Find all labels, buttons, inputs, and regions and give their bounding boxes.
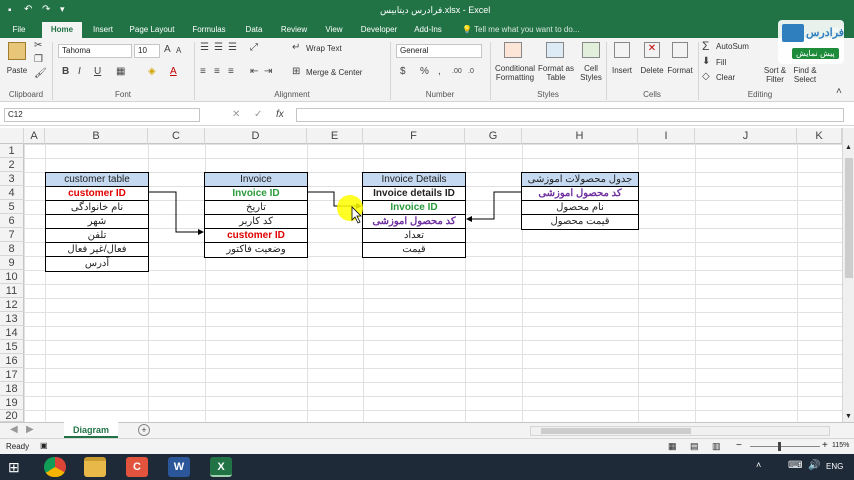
new-sheet-icon[interactable]: +: [138, 424, 150, 436]
status-bar: Ready ▣ ▦ ▤ ▥ − + 115%: [0, 438, 854, 454]
arrow-product-details: [466, 191, 521, 222]
chrome-icon[interactable]: [44, 457, 66, 477]
zoom-out-icon[interactable]: −: [736, 440, 742, 451]
zoom-level[interactable]: 115%: [832, 442, 849, 449]
h-scroll-thumb[interactable]: [541, 428, 691, 434]
vertical-scrollbar[interactable]: ▲ ▼: [842, 128, 854, 422]
scroll-down-icon[interactable]: ▼: [845, 413, 852, 420]
prev-sheet-icon[interactable]: ◀: [10, 424, 18, 436]
excel-icon[interactable]: X: [210, 457, 232, 477]
keyboard-icon[interactable]: ⌨: [788, 460, 802, 471]
scroll-thumb[interactable]: [845, 158, 853, 278]
next-sheet-icon[interactable]: ▶: [26, 424, 34, 436]
cursor-highlight: [337, 195, 363, 221]
zoom-slider-thumb[interactable]: [778, 442, 781, 451]
sheet-tabs-bar: ◀ ▶ Diagram +: [0, 422, 854, 438]
normal-view-icon[interactable]: ▦: [668, 441, 677, 452]
language-indicator[interactable]: ENG: [826, 462, 843, 471]
page-layout-view-icon[interactable]: ▤: [690, 441, 699, 452]
zoom-slider[interactable]: [750, 446, 820, 447]
relationship-arrows: [149, 191, 521, 235]
horizontal-scrollbar[interactable]: [530, 426, 830, 436]
word-icon[interactable]: W: [168, 457, 190, 477]
zoom-in-icon[interactable]: +: [822, 440, 828, 451]
camtasia-icon[interactable]: C: [126, 457, 148, 477]
windows-taskbar: ⊞ C W X ˄ ⌨ 🔊 ENG: [0, 454, 854, 480]
page-break-view-icon[interactable]: ▥: [712, 441, 721, 452]
tray-expand-icon[interactable]: ˄: [756, 460, 761, 470]
arrow-customer-invoice: [149, 191, 204, 235]
sheet-tab-diagram[interactable]: Diagram: [64, 422, 118, 438]
windows-icon[interactable]: ⊞: [8, 457, 30, 477]
macro-record-icon[interactable]: ▣: [40, 441, 48, 450]
volume-icon[interactable]: 🔊: [808, 460, 820, 471]
scroll-up-icon[interactable]: ▲: [845, 144, 852, 151]
file-explorer-icon[interactable]: [84, 457, 106, 477]
status-text: Ready: [6, 442, 30, 451]
